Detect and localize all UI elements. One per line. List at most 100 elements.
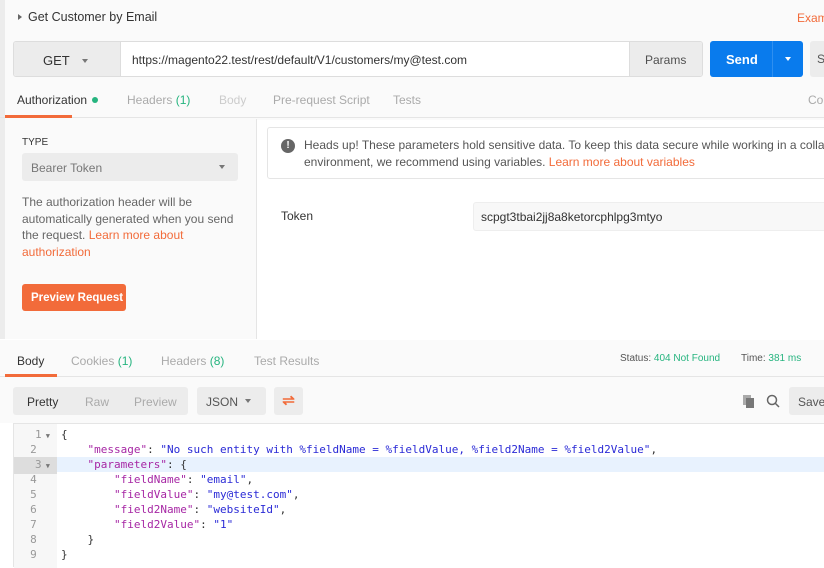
raw-button[interactable]: Raw [85,395,109,409]
examples-link[interactable]: Exam [797,11,824,25]
code-line: 9 } [14,547,824,562]
tab-count: (8) [209,354,225,368]
fold-toggle-icon[interactable]: ▼ [42,462,50,470]
tab-count: (1) [117,354,133,368]
code-text: "fieldValue": "my@test.com", [61,487,299,502]
line-number: 5 [30,488,50,501]
search-icon[interactable] [766,394,780,408]
json-punctuation: : [186,473,201,486]
params-button[interactable]: Params [629,42,702,76]
view-mode-group: Pretty Raw Preview [13,387,188,415]
code-line: 8 } [14,532,824,547]
tab-count: (1) [175,93,191,107]
json-punctuation: : { [166,458,187,471]
tab-label: Headers [127,93,173,107]
json-key: "field2Name" [113,503,194,516]
request-title[interactable]: Get Customer by Email [18,10,157,24]
time-label: Time: [741,353,766,364]
method-select[interactable]: GET [14,42,121,76]
code-text: { [61,427,68,442]
format-select[interactable]: JSON [197,387,266,415]
active-tab-indicator [5,115,72,118]
active-dot-icon [92,97,99,103]
copy-icon[interactable] [743,395,755,408]
tab-body[interactable]: Body [219,93,246,107]
code-link[interactable]: Co [808,93,823,107]
url-input[interactable]: https://magento22.test/rest/default/V1/c… [132,53,467,67]
tab-cookies[interactable]: Cookies (1) [71,354,132,368]
tab-response-body[interactable]: Body [17,354,44,368]
preview-button[interactable]: Preview [134,395,177,409]
token-input[interactable]: scpgt3tbai2jj8a8ketorcphlpg3mtyo [473,202,824,231]
type-label: TYPE [22,137,49,148]
fold-toggle-icon[interactable]: ▼ [42,432,50,440]
tab-test-results[interactable]: Test Results [254,354,319,368]
line-number: 9 [30,548,50,561]
code-line: 4 "fieldName": "email", [14,472,824,487]
auth-type-select[interactable]: Bearer Token [22,153,238,181]
tab-tests[interactable]: Tests [393,93,421,107]
json-key: "field2Value" [113,518,201,531]
method-value: GET [43,53,70,68]
json-punctuation: : [193,488,207,501]
exclamation-icon: ! [281,139,295,153]
json-punctuation: , [650,443,658,456]
warning-text: Heads up! These parameters hold sensitiv… [304,137,824,170]
json-key: "parameters" [87,458,167,471]
code-line: 1 ▼{ [14,427,824,442]
wrap-lines-icon[interactable]: ⇌ [274,387,303,415]
json-punctuation: : [147,443,161,456]
expand-caret-icon[interactable] [18,14,22,20]
code-text: } [61,532,95,547]
line-number: 8 [30,533,50,546]
json-string: "my@test.com" [206,488,293,501]
warning-line-2: environment, we recommend using variable… [304,154,549,169]
request-tabs: Authorization Headers (1) Body Pre-reque… [0,88,824,118]
tab-headers[interactable]: Headers (1) [127,93,190,107]
json-key: "fieldName" [113,473,187,486]
tab-authorization[interactable]: Authorization [17,93,99,107]
send-dropdown[interactable] [772,41,803,77]
code-text: "field2Value": "1" [61,517,233,532]
auth-description: The authorization header will be automat… [22,194,242,261]
chevron-down-icon [81,59,88,63]
chevron-down-icon [219,165,225,169]
json-punctuation: } [61,548,68,561]
url-bar: GET https://magento22.test/rest/default/… [13,41,703,77]
chevron-down-icon [245,399,251,403]
code-text: "field2Name": "websiteId", [61,502,286,517]
tab-pre-request-script[interactable]: Pre-request Script [273,93,370,107]
auth-type-value: Bearer Token [31,161,103,175]
json-punctuation: : [193,503,207,516]
warning-line-1: Heads up! These parameters hold sensitiv… [304,138,824,152]
pretty-button[interactable]: Pretty [27,395,58,409]
save-button[interactable]: S [810,41,824,77]
save-response-button[interactable]: Save [789,387,824,415]
send-label: Send [726,52,758,67]
tab-response-headers[interactable]: Headers (8) [161,354,224,368]
tab-label: Cookies [71,354,115,368]
response-tabs: Body Cookies (1) Headers (8) Test Result… [0,340,824,377]
response-body-editor[interactable]: 1 ▼{2 "message": "No such entity with %f… [13,423,824,568]
preview-request-button[interactable]: Preview Request [22,284,126,311]
line-number: 2 [30,443,50,456]
json-punctuation: , [246,473,254,486]
code-line: 2 "message": "No such entity with %field… [14,442,824,457]
json-key: "fieldValue" [113,488,194,501]
line-number: 6 [30,503,50,516]
json-string: "email" [200,473,247,486]
code-line: 3 ▼ "parameters": { [14,457,824,474]
code-text: } [61,547,68,562]
code-line: 5 "fieldValue": "my@test.com", [14,487,824,502]
json-punctuation: : [200,518,214,531]
chevron-down-icon [785,57,791,61]
sensitive-data-warning: ! Heads up! These parameters hold sensit… [267,127,824,179]
learn-more-variables-link[interactable]: Learn more about variables [549,155,695,169]
status-value: 404 Not Found [653,353,721,364]
response-status: Status: 404 Not Found [620,353,720,364]
send-button[interactable]: Send [710,41,803,77]
code-text: "fieldName": "email", [61,472,253,487]
time-value: 381 ms [768,353,802,364]
json-string: "websiteId" [206,503,280,516]
json-key: "message" [87,443,148,456]
